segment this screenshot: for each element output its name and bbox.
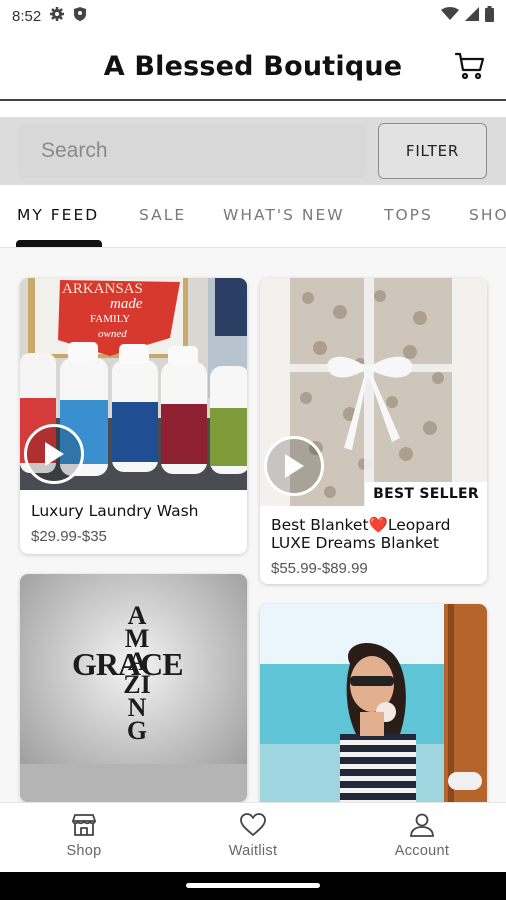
active-tab-indicator [16,240,102,247]
nav-item-shop[interactable]: Shop [24,813,144,859]
tab-shop-partial[interactable]: SHO [469,206,506,224]
product-image: BEST SELLER [260,278,487,506]
product-card-striped-top[interactable] [260,604,487,802]
product-image: ARKANSAS made FAMILY owned [20,278,247,490]
best-seller-badge: BEST SELLER [365,482,487,506]
image-text-owned: owned [98,328,127,340]
bottom-navigation: Shop Waitlist Account [0,802,506,872]
status-time: 8:52 [12,7,42,25]
search-bar: FILTER [0,117,506,185]
image-text-amazing: AMAZING [123,601,151,745]
product-image: GRACE AMAZING [20,574,247,802]
product-card-amazing-grace[interactable]: GRACE AMAZING [20,574,247,802]
product-title-line2: LUXE Dreams Blanket [271,534,439,552]
cart-icon [455,52,485,80]
category-tabs: MY FEED SALE WHAT'S NEW TOPS SHO [0,186,506,248]
product-price: $29.99-$35 [31,528,107,545]
shield-icon [73,6,87,26]
signal-icon [465,7,479,25]
nav-label-waitlist: Waitlist [228,843,278,859]
cart-button[interactable] [454,50,486,82]
tab-my-feed[interactable]: MY FEED [17,206,99,224]
heart-icon [240,813,266,836]
app-header: A Blessed Boutique [0,32,506,100]
wifi-icon [441,7,459,25]
play-video-button[interactable] [24,424,84,484]
image-text-arkansas: ARKANSAS [62,281,143,297]
account-icon [410,813,434,837]
play-icon [45,442,64,466]
store-title: A Blessed Boutique [103,50,403,82]
home-gesture-handle[interactable] [186,883,320,888]
header-divider [0,99,506,101]
tab-sale[interactable]: SALE [139,206,186,224]
filter-button[interactable]: FILTER [378,123,487,179]
tab-tops[interactable]: TOPS [384,206,433,224]
nav-label-account: Account [394,843,450,859]
product-feed[interactable]: ARKANSAS made FAMILY owned Luxury Laundr… [0,248,506,802]
search-input[interactable] [19,124,367,178]
nav-item-waitlist[interactable]: Waitlist [193,813,313,859]
product-card-laundry-wash[interactable]: ARKANSAS made FAMILY owned Luxury Laundr… [20,278,247,554]
play-icon [285,454,304,478]
system-gesture-bar [0,872,506,900]
tab-whats-new[interactable]: WHAT'S NEW [223,206,345,224]
product-title: Best Blanket❤️Leopard LUXE Dreams Blanke… [271,516,451,552]
product-card-leopard-blanket[interactable]: BEST SELLER Best Blanket❤️Leopard LUXE D… [260,278,487,584]
product-image [260,604,487,802]
product-title-line1: Best Blanket❤️Leopard [271,516,451,534]
nav-item-account[interactable]: Account [362,813,482,859]
image-text-made: made [110,296,143,312]
product-price: $55.99-$89.99 [271,560,368,577]
product-title: Luxury Laundry Wash [31,502,199,520]
image-text-family: FAMILY [90,313,131,325]
shop-icon [72,814,96,836]
settings-gear-icon [49,6,65,26]
status-bar: 8:52 [0,0,506,32]
battery-icon [485,6,494,26]
nav-label-shop: Shop [66,843,102,859]
play-video-button[interactable] [264,436,324,496]
